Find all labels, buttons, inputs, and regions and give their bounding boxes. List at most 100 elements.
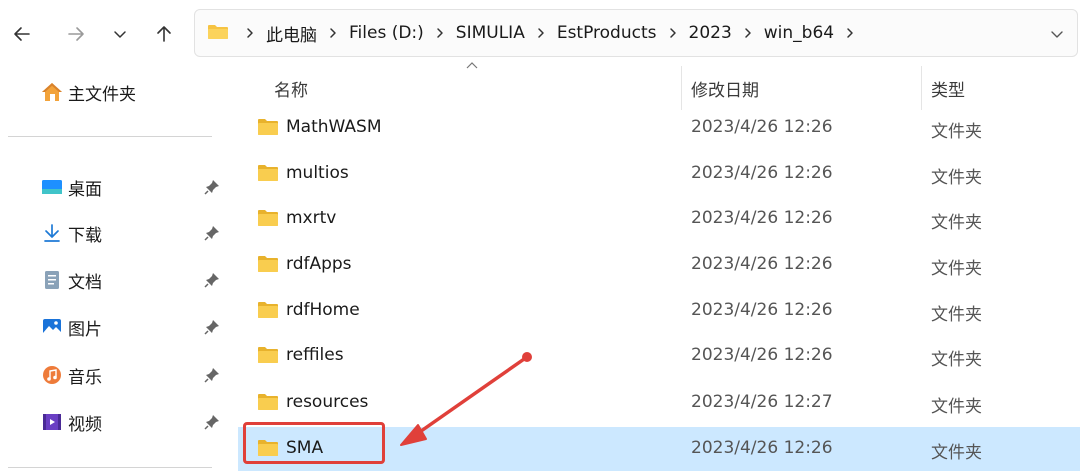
up-button[interactable] <box>148 18 180 50</box>
arrow-left-icon <box>14 27 30 41</box>
chevron-down-icon <box>114 31 126 38</box>
chevron-right-icon <box>324 24 342 42</box>
file-type: 文件夹 <box>931 213 982 233</box>
sidebar-item-downloads[interactable]: 下载 <box>40 218 225 248</box>
file-list: 名称 修改日期 类型 MathWASM 2023/4/26 12:26 文件夹 … <box>232 62 1080 475</box>
file-row[interactable]: reffiles 2023/4/26 12:26 文件夹 <box>238 334 1080 378</box>
arrow-up-icon <box>157 26 171 42</box>
toolbar: 此电脑 Files (D:) SIMULIA EstProducts 2023 … <box>0 0 1080 66</box>
sidebar-item-label: 下载 <box>68 225 102 246</box>
pin-icon[interactable] <box>203 271 221 289</box>
file-type: 文件夹 <box>931 168 982 188</box>
breadcrumb-2023[interactable]: 2023 <box>688 21 733 45</box>
column-header: 名称 修改日期 类型 <box>232 62 1080 110</box>
folder-icon <box>258 119 278 135</box>
breadcrumb-this-pc[interactable]: 此电脑 <box>265 19 318 48</box>
file-type: 文件夹 <box>931 397 982 417</box>
breadcrumb-drive[interactable]: Files (D:) <box>348 21 425 45</box>
folder-icon <box>258 302 278 318</box>
chevron-right-icon <box>739 24 757 42</box>
home-icon <box>42 83 62 101</box>
file-name: MathWASM <box>286 117 382 137</box>
file-date: 2023/4/26 12:26 <box>691 345 833 365</box>
file-date: 2023/4/26 12:26 <box>691 117 833 137</box>
file-row[interactable]: mxrtv 2023/4/26 12:26 文件夹 <box>238 197 1080 241</box>
folder-icon <box>258 440 278 456</box>
navigation-pane: 主文件夹 桌面 下载 文档 图片 音乐 视频 <box>0 66 232 475</box>
chevron-right-icon[interactable] <box>841 24 859 42</box>
pin-icon[interactable] <box>203 318 221 336</box>
pin-icon[interactable] <box>203 366 221 384</box>
file-name: multios <box>286 163 349 183</box>
chevron-right-icon <box>664 24 682 42</box>
folder-icon <box>258 210 278 226</box>
column-divider[interactable] <box>681 66 682 110</box>
file-row[interactable]: multios 2023/4/26 12:26 文件夹 <box>238 152 1080 196</box>
sidebar-item-videos[interactable]: 视频 <box>40 407 225 437</box>
document-icon <box>40 269 64 291</box>
sidebar-item-pictures[interactable]: 图片 <box>40 312 225 342</box>
file-row[interactable]: resources 2023/4/26 12:27 文件夹 <box>238 381 1080 425</box>
sidebar-item-label: 主文件夹 <box>68 84 136 105</box>
music-icon <box>40 364 64 386</box>
sidebar-item-label: 桌面 <box>68 179 102 200</box>
forward-button[interactable] <box>60 18 92 50</box>
file-date: 2023/4/26 12:26 <box>691 300 833 320</box>
file-row-selected[interactable]: SMA 2023/4/26 12:26 文件夹 <box>238 427 1080 471</box>
breadcrumb-win-b64[interactable]: win_b64 <box>763 21 835 45</box>
column-name-header[interactable]: 名称 <box>274 76 308 101</box>
file-type: 文件夹 <box>931 122 982 142</box>
sidebar-item-label: 视频 <box>68 414 102 435</box>
sidebar-item-music[interactable]: 音乐 <box>40 360 225 390</box>
file-date: 2023/4/26 12:26 <box>691 208 833 228</box>
divider <box>8 136 212 137</box>
folder-icon <box>258 394 278 410</box>
download-icon <box>40 222 64 244</box>
sidebar-item-label: 音乐 <box>68 367 102 388</box>
breadcrumb-simulia[interactable]: SIMULIA <box>455 21 526 45</box>
file-name: SMA <box>286 438 324 458</box>
sidebar-item-home[interactable]: 主文件夹 <box>40 78 136 106</box>
file-name: resources <box>286 392 369 412</box>
sidebar-item-desktop[interactable]: 桌面 <box>40 172 225 202</box>
file-name: reffiles <box>286 345 344 365</box>
file-row[interactable]: rdfHome 2023/4/26 12:26 文件夹 <box>238 289 1080 333</box>
pin-icon[interactable] <box>203 178 221 196</box>
folder-icon <box>208 25 228 39</box>
column-type-header[interactable]: 类型 <box>931 76 965 101</box>
divider <box>8 467 212 468</box>
file-name: rdfApps <box>286 254 352 274</box>
recent-locations-button[interactable] <box>104 18 136 50</box>
file-date: 2023/4/26 12:26 <box>691 254 833 274</box>
folder-icon <box>258 256 278 272</box>
back-button[interactable] <box>6 18 38 50</box>
folder-icon <box>258 165 278 181</box>
chevron-right-icon <box>431 24 449 42</box>
column-divider[interactable] <box>921 66 922 110</box>
breadcrumb-estproducts[interactable]: EstProducts <box>556 21 658 45</box>
breadcrumb: 此电脑 Files (D:) SIMULIA EstProducts 2023 … <box>235 19 865 48</box>
sidebar-item-label: 文档 <box>68 272 102 293</box>
sidebar-item-documents[interactable]: 文档 <box>40 265 225 295</box>
file-row[interactable]: MathWASM 2023/4/26 12:26 文件夹 <box>238 106 1080 150</box>
arrow-right-icon <box>68 27 84 41</box>
pin-icon[interactable] <box>203 413 221 431</box>
file-name: mxrtv <box>286 208 337 228</box>
file-type: 文件夹 <box>931 350 982 370</box>
file-date: 2023/4/26 12:26 <box>691 163 833 183</box>
chevron-right-icon <box>532 24 550 42</box>
pin-icon[interactable] <box>203 224 221 242</box>
column-date-header[interactable]: 修改日期 <box>691 76 759 101</box>
video-icon <box>40 411 64 433</box>
desktop-icon <box>40 176 64 198</box>
address-dropdown-icon[interactable] <box>1047 24 1067 44</box>
sort-ascending-icon <box>466 62 478 69</box>
file-type: 文件夹 <box>931 259 982 279</box>
file-name: rdfHome <box>286 300 360 320</box>
file-row[interactable]: rdfApps 2023/4/26 12:26 文件夹 <box>238 243 1080 287</box>
chevron-right-icon <box>241 24 259 42</box>
pictures-icon <box>40 316 64 338</box>
file-date: 2023/4/26 12:26 <box>691 438 833 458</box>
address-bar[interactable]: 此电脑 Files (D:) SIMULIA EstProducts 2023 … <box>194 9 1078 57</box>
file-type: 文件夹 <box>931 443 982 463</box>
